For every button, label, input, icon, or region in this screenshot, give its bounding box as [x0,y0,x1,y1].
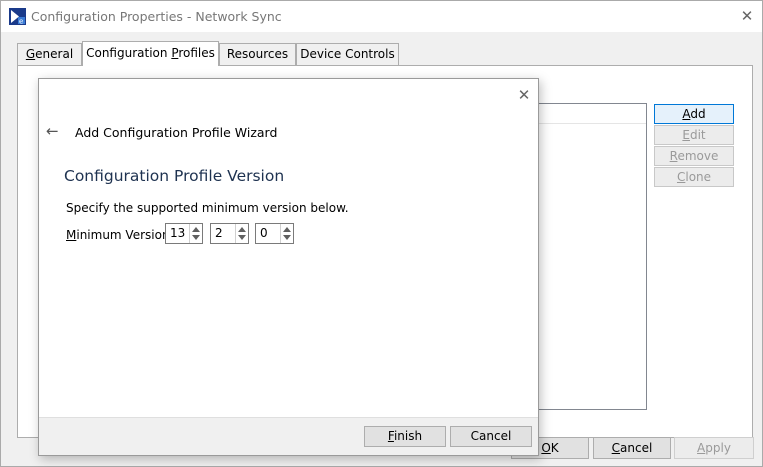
patch-spin-arrows[interactable] [280,224,293,243]
patch-version-stepper[interactable]: 0 [255,223,294,244]
edit-button[interactable]: Edit [654,125,734,145]
svg-text:e: e [19,18,23,26]
spin-down-icon[interactable] [283,235,291,240]
app-icon: e [9,8,26,25]
clone-button[interactable]: Clone [654,167,734,187]
wizard-footer: Finish Cancel [39,417,538,455]
tab-resources[interactable]: Resources [219,43,296,65]
wizard-cancel-button[interactable]: Cancel [450,426,532,447]
spin-up-icon[interactable] [238,227,246,232]
add-configuration-profile-wizard: ✕ ← Add Configuration Profile Wizard Con… [38,78,539,456]
spin-up-icon[interactable] [283,227,291,232]
minor-version-value: 2 [215,226,223,240]
major-spin-arrows[interactable] [189,224,202,243]
patch-version-value: 0 [260,226,268,240]
remove-button[interactable]: Remove [654,146,734,166]
close-icon[interactable]: ✕ [735,5,759,27]
window-title: Configuration Properties - Network Sync [31,9,282,24]
minor-version-stepper[interactable]: 2 [210,223,249,244]
tab-device-controls[interactable]: Device Controls [296,43,399,65]
minimum-version-label: Minimum Version: [66,228,174,242]
spin-down-icon[interactable] [238,235,246,240]
wizard-page-heading: Configuration Profile Version [64,167,285,185]
cancel-button[interactable]: Cancel [593,437,671,459]
add-button[interactable]: Add [654,104,734,124]
finish-button[interactable]: Finish [364,426,446,447]
title-bar: e Configuration Properties - Network Syn… [1,1,762,32]
minor-spin-arrows[interactable] [235,224,248,243]
wizard-title: Add Configuration Profile Wizard [75,125,278,140]
spin-up-icon[interactable] [192,227,200,232]
back-arrow-icon[interactable]: ← [46,123,64,139]
tab-general[interactable]: General [17,43,82,65]
major-version-stepper[interactable]: 13 [165,223,203,244]
tab-configuration-profiles[interactable]: Configuration Profiles [82,41,219,66]
apply-button[interactable]: Apply [674,437,754,459]
major-version-value: 13 [170,226,186,240]
spin-down-icon[interactable] [192,235,200,240]
wizard-description: Specify the supported minimum version be… [66,201,349,215]
wizard-close-icon[interactable]: ✕ [514,85,534,105]
